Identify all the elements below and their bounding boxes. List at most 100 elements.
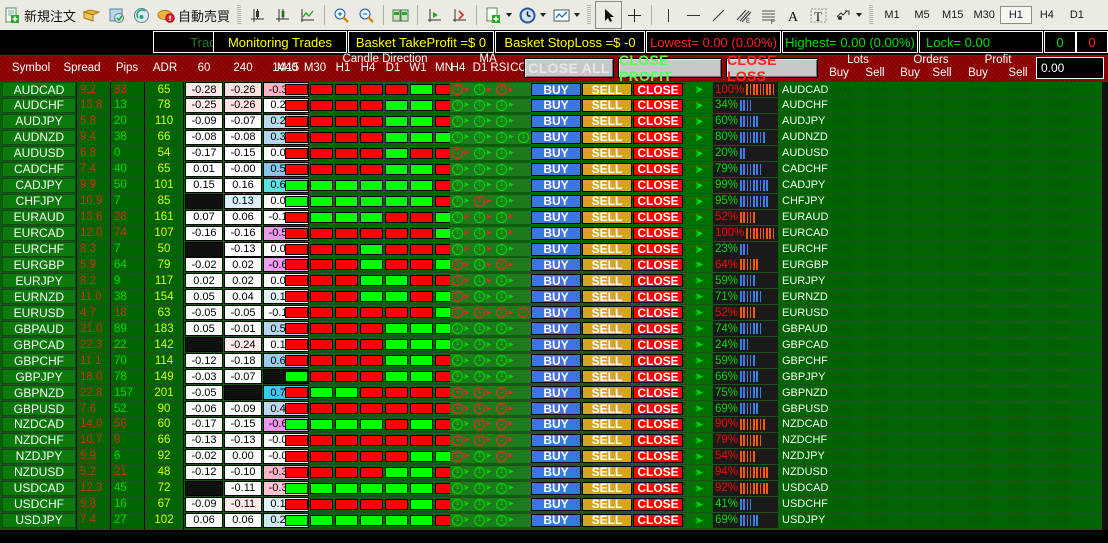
buy-button[interactable]: BUY <box>531 465 581 479</box>
sell-button[interactable]: SELL <box>582 194 632 208</box>
timeframe-button-h4[interactable]: H4 <box>1032 7 1062 23</box>
table-row[interactable]: USDCAD12.34572-0.11-0.11-0.34%1➤1➤1➤BUYS… <box>0 480 1108 496</box>
close-button[interactable]: CLOSE <box>633 402 683 416</box>
shift-end-button[interactable] <box>447 2 472 28</box>
buy-button[interactable]: BUY <box>531 481 581 495</box>
buy-button[interactable]: BUY <box>531 274 581 288</box>
fibo-button[interactable]: F <box>756 2 781 28</box>
toolbar-grip[interactable] <box>237 5 242 25</box>
sell-button[interactable]: SELL <box>582 513 632 527</box>
table-row[interactable]: EURCHF8.37500.11-0.130.04%1➤1➤1➤BUYSELLC… <box>0 241 1108 257</box>
timeframe-button-m30[interactable]: M30 <box>968 7 999 23</box>
basket-stoploss-box[interactable]: Basket StopLoss =$ -0 <box>495 31 645 53</box>
toolbar-grip-2[interactable] <box>587 5 592 25</box>
close-button[interactable]: CLOSE <box>633 114 683 128</box>
buy-button[interactable]: BUY <box>531 290 581 304</box>
table-row[interactable]: EURJPY8.291170.020.020.08%1➤1➤1➤BUYSELLC… <box>0 273 1108 289</box>
buy-button[interactable]: BUY <box>531 242 581 256</box>
new-order-button[interactable]: 新規注文 <box>0 2 79 28</box>
buy-button[interactable]: BUY <box>531 114 581 128</box>
text-label-button[interactable]: A <box>781 2 806 28</box>
trendline-button[interactable] <box>706 2 731 28</box>
sell-button[interactable]: SELL <box>582 386 632 400</box>
sell-button[interactable]: SELL <box>582 226 632 240</box>
total-value-field[interactable]: 0.00 <box>1036 57 1104 79</box>
buy-button[interactable]: BUY <box>531 306 581 320</box>
close-button[interactable]: CLOSE <box>633 481 683 495</box>
indicator-button[interactable] <box>270 2 295 28</box>
vline-button[interactable] <box>656 2 681 28</box>
buy-button[interactable]: BUY <box>531 497 581 511</box>
tile-windows-button[interactable] <box>388 2 413 28</box>
close-button[interactable]: CLOSE <box>633 226 683 240</box>
sell-button[interactable]: SELL <box>582 274 632 288</box>
timeframe-button-m5[interactable]: M5 <box>907 7 937 23</box>
close-button[interactable]: CLOSE <box>633 178 683 192</box>
close-button[interactable]: CLOSE <box>633 210 683 224</box>
close-button[interactable]: CLOSE <box>633 194 683 208</box>
close-button[interactable]: CLOSE <box>633 513 683 527</box>
close-button[interactable]: CLOSE <box>633 130 683 144</box>
buy-button[interactable]: BUY <box>531 386 581 400</box>
close-button[interactable]: CLOSE <box>633 162 683 176</box>
sell-button[interactable]: SELL <box>582 210 632 224</box>
buy-button[interactable]: BUY <box>531 146 581 160</box>
close-button[interactable]: CLOSE <box>633 354 683 368</box>
close-button[interactable]: CLOSE <box>633 306 683 320</box>
sell-button[interactable]: SELL <box>582 354 632 368</box>
folder-button[interactable] <box>79 2 104 28</box>
close-button[interactable]: CLOSE <box>633 370 683 384</box>
hline-button[interactable] <box>681 2 706 28</box>
sell-button[interactable]: SELL <box>582 258 632 272</box>
close-button[interactable]: CLOSE <box>633 417 683 431</box>
table-row[interactable]: CADCHF7.440650.01-0.000.55%1➤1➤1➤BUYSELL… <box>0 161 1108 177</box>
table-row[interactable]: GBPCHF11.170114-0.12-0.180.60%1➤1➤1➤BUYS… <box>0 353 1108 369</box>
table-row[interactable]: EURCAD12.074107-0.16-0.16-0.54%1➤1➤1➤BUY… <box>0 225 1108 241</box>
sell-button[interactable]: SELL <box>582 242 632 256</box>
table-row[interactable]: EURAUD13.6281610.070.06-0.19%1➤1➤1➤BUYSE… <box>0 209 1108 225</box>
close-profit-button[interactable]: CLOSE PROFIT <box>618 52 722 84</box>
table-row[interactable]: EURNZD11.0381540.050.040.17%1➤1➤1➤BUYSEL… <box>0 289 1108 305</box>
sell-button[interactable]: SELL <box>582 162 632 176</box>
shift-start-button[interactable] <box>422 2 447 28</box>
chevron-down-icon-4[interactable] <box>856 13 863 17</box>
buy-button[interactable]: BUY <box>531 83 581 97</box>
close-button[interactable]: CLOSE <box>633 386 683 400</box>
sell-button[interactable]: SELL <box>582 402 632 416</box>
template-button[interactable] <box>549 2 583 28</box>
buy-button[interactable]: BUY <box>531 98 581 112</box>
sell-button[interactable]: SELL <box>582 178 632 192</box>
buy-button[interactable]: BUY <box>531 354 581 368</box>
sell-button[interactable]: SELL <box>582 465 632 479</box>
chevron-down-icon[interactable] <box>506 13 513 17</box>
table-row[interactable]: CHFJPY10.97850.110.130.07%1➤1➤1➤BUYSELLC… <box>0 193 1108 209</box>
close-button[interactable]: CLOSE <box>633 274 683 288</box>
close-loss-button[interactable]: CLOSE LOSS <box>726 52 818 84</box>
timeframe-button-h1[interactable]: H1 <box>999 6 1032 24</box>
close-button[interactable]: CLOSE <box>633 242 683 256</box>
table-row[interactable]: AUDUSD6.8054-0.17-0.150.00%1➤1➤1➤BUYSELL… <box>0 145 1108 161</box>
profile-button[interactable] <box>104 2 129 28</box>
close-button[interactable]: CLOSE <box>633 449 683 463</box>
buy-button[interactable]: BUY <box>531 338 581 352</box>
sell-button[interactable]: SELL <box>582 290 632 304</box>
close-button[interactable]: CLOSE <box>633 98 683 112</box>
new-chart-button[interactable] <box>481 2 515 28</box>
close-button[interactable]: CLOSE <box>633 290 683 304</box>
sell-button[interactable]: SELL <box>582 83 632 97</box>
zoom-out-button[interactable] <box>354 2 379 28</box>
sell-button[interactable]: SELL <box>582 449 632 463</box>
close-button[interactable]: CLOSE <box>633 146 683 160</box>
period-button[interactable] <box>515 2 549 28</box>
sell-button[interactable]: SELL <box>582 130 632 144</box>
cursor-button[interactable] <box>595 1 623 29</box>
table-row[interactable]: GBPAUD21.0891830.05-0.010.52%1➤1➤1➤BUYSE… <box>0 321 1108 337</box>
table-row[interactable]: USDJPY7.4271020.060.060.25%1➤1➤1➤BUYSELL… <box>0 512 1108 528</box>
table-row[interactable]: GBPNZD22.8157201-0.05-0.130.77%1➤1➤1➤BUY… <box>0 385 1108 401</box>
sell-button[interactable]: SELL <box>582 370 632 384</box>
table-row[interactable]: GBPCAD22.322142-0.20-0.240.13%1➤1➤1➤BUYS… <box>0 337 1108 353</box>
timeframe-button-d1[interactable]: D1 <box>1062 7 1092 23</box>
sell-button[interactable]: SELL <box>582 433 632 447</box>
timeframe-button-m1[interactable]: M1 <box>877 7 907 23</box>
broadcast-button[interactable] <box>129 2 154 28</box>
